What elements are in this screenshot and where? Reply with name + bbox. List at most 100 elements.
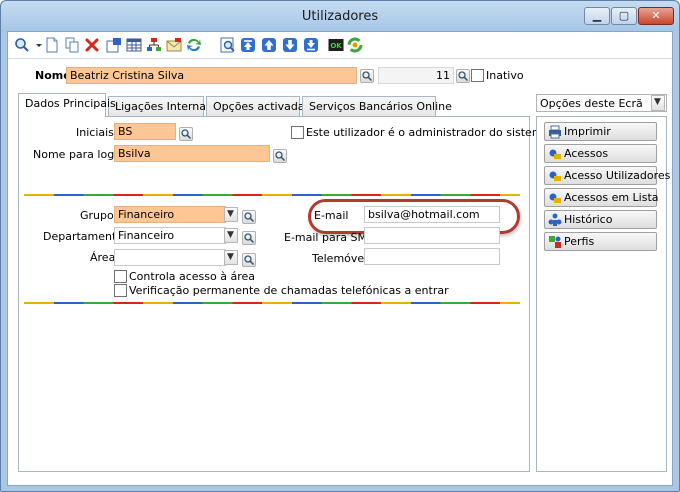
svg-text:OK: OK	[330, 42, 342, 50]
list-key-icon	[549, 193, 561, 203]
tab-dados-principais[interactable]: Dados Principais	[18, 93, 116, 117]
chevron-down-icon: ▼	[654, 97, 661, 107]
window-title: Utilizadores	[301, 9, 379, 24]
ok-icon[interactable]: OK	[328, 37, 344, 53]
refresh-icon[interactable]	[186, 37, 202, 53]
admin-label: Este utilizador é o administrador do sis…	[306, 126, 550, 139]
tab-servicos-bancarios-online[interactable]: Serviços Bancários Online	[302, 96, 452, 116]
group-lookup-button[interactable]	[242, 210, 256, 224]
lookup-icon	[362, 71, 373, 82]
screen-options-arrow[interactable]: ▼	[651, 95, 665, 111]
login-field[interactable]: Bsilva	[114, 145, 270, 162]
hierarchy-icon[interactable]	[146, 37, 162, 53]
lookup-icon	[244, 233, 255, 244]
profiles-button[interactable]: Perfis	[544, 232, 657, 251]
printer-icon	[549, 125, 561, 139]
area-select[interactable]	[114, 249, 226, 266]
mobile-field[interactable]	[364, 248, 500, 265]
area-lookup-button[interactable]	[242, 253, 256, 267]
access-list-button-label: Acessos em Lista	[564, 191, 659, 204]
login-label: Nome para login	[33, 148, 125, 161]
print-button-label: Imprimir	[564, 125, 611, 138]
users-key-icon	[549, 171, 561, 181]
access-list-button[interactable]: Acessos em Lista	[544, 188, 659, 207]
history-button[interactable]: Histórico	[544, 210, 657, 229]
form-client-area: OK Nome Beatriz Cristina Silva 11 Inativ…	[7, 31, 673, 486]
title-bar[interactable]: Utilizadores ▁ ▢ ✕	[1, 1, 679, 31]
access-button[interactable]: Acessos	[544, 144, 657, 163]
profiles-button-label: Perfis	[564, 235, 595, 248]
department-lookup-button[interactable]	[242, 231, 256, 245]
minimize-icon: ▁	[592, 9, 602, 22]
close-button[interactable]: ✕	[638, 7, 674, 25]
initials-label: Iniciais	[76, 126, 114, 139]
access-control-checkbox[interactable]	[114, 270, 127, 283]
login-lookup-button[interactable]	[273, 149, 287, 163]
user-number-field[interactable]: 11	[378, 67, 454, 84]
maximize-button[interactable]: ▢	[611, 7, 637, 25]
copy-icon[interactable]	[64, 37, 80, 53]
key-icon	[549, 149, 561, 159]
user-access-button[interactable]: Acesso Utilizadores	[544, 166, 670, 185]
section-divider	[24, 194, 520, 196]
call-check-checkbox[interactable]	[114, 284, 127, 297]
initials-lookup-button[interactable]	[179, 127, 193, 141]
sync-icon[interactable]	[347, 37, 363, 53]
sms-email-label: E-mail para SMS	[284, 231, 374, 244]
name-field[interactable]: Beatriz Cristina Silva	[66, 67, 357, 84]
history-button-label: Histórico	[564, 213, 613, 226]
maximize-icon: ▢	[618, 9, 630, 22]
toolbar: OK	[8, 32, 672, 59]
chevron-down-icon: ▼	[227, 209, 234, 219]
tab-opcoes-activadas[interactable]: Opções activadas	[206, 96, 310, 116]
mobile-label: Telemóvel	[312, 252, 368, 265]
department-label: Departamento	[43, 230, 124, 243]
last-record-icon[interactable]	[303, 37, 319, 53]
print-button[interactable]: Imprimir	[544, 122, 657, 141]
previous-record-icon[interactable]	[261, 37, 277, 53]
group-label: Grupo	[80, 209, 114, 222]
grid-icon[interactable]	[126, 37, 142, 53]
inactive-checkbox[interactable]	[471, 69, 484, 82]
initials-field[interactable]: BS	[114, 123, 176, 140]
close-icon: ✕	[651, 9, 661, 22]
properties-icon[interactable]	[106, 37, 122, 53]
lookup-icon	[181, 129, 192, 140]
user-access-button-label: Acesso Utilizadores	[564, 169, 671, 182]
access-control-label: Controla acesso à área	[129, 270, 256, 283]
screen-options-label: Opções deste Ecrã	[540, 97, 643, 110]
lookup-icon	[275, 151, 286, 162]
name-lookup-button[interactable]	[360, 69, 374, 83]
profiles-icon	[549, 236, 561, 248]
call-check-label: Verificação permanente de chamadas telef…	[129, 284, 449, 297]
section-divider-bottom	[24, 302, 520, 304]
area-dropdown-button[interactable]: ▼	[224, 250, 238, 265]
app-window: Utilizadores ▁ ▢ ✕ OK Nome Beatriz Crist…	[0, 0, 680, 492]
inactive-label: Inativo	[486, 69, 524, 82]
chevron-down-icon: ▼	[227, 252, 234, 262]
lookup-icon	[458, 71, 469, 82]
preview-icon[interactable]	[220, 37, 236, 53]
delete-icon[interactable]	[84, 37, 100, 53]
access-button-label: Acessos	[564, 147, 609, 160]
group-select[interactable]: Financeiro	[114, 206, 226, 223]
admin-checkbox[interactable]	[291, 126, 304, 139]
next-record-icon[interactable]	[282, 37, 298, 53]
group-dropdown-button[interactable]: ▼	[224, 207, 238, 222]
number-lookup-button[interactable]	[456, 69, 470, 83]
sms-email-field[interactable]	[364, 227, 500, 244]
department-dropdown-button[interactable]: ▼	[224, 228, 238, 243]
search-dropdown-icon[interactable]	[31, 37, 42, 53]
email-icon[interactable]	[166, 37, 182, 53]
tab-ligacoes-internas[interactable]: Ligações Internas	[108, 96, 212, 116]
lookup-icon	[244, 255, 255, 266]
first-record-icon[interactable]	[240, 37, 256, 53]
new-document-icon[interactable]	[44, 37, 60, 53]
minimize-button[interactable]: ▁	[584, 7, 610, 25]
chevron-down-icon: ▼	[227, 230, 234, 240]
area-label: Área	[90, 251, 116, 264]
lookup-icon	[244, 212, 255, 223]
search-icon[interactable]	[14, 37, 30, 53]
department-select[interactable]: Financeiro	[114, 227, 226, 244]
screen-options-dropdown[interactable]: Opções deste Ecrã ▼	[536, 94, 667, 112]
